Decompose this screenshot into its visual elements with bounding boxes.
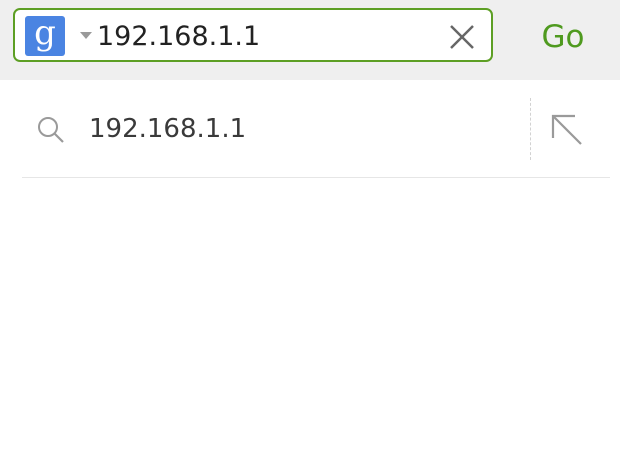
search-box[interactable]: g [13, 8, 493, 62]
suggestion-text: 192.168.1.1 [89, 114, 247, 144]
close-icon[interactable] [443, 18, 481, 56]
suggestion-item[interactable]: 192.168.1.1 [22, 82, 610, 178]
search-icon [36, 115, 66, 145]
google-logo-icon[interactable]: g [25, 16, 65, 56]
engine-logo-letter: g [34, 13, 56, 53]
caret-down-icon[interactable] [80, 32, 92, 39]
address-toolbar: g Go [0, 0, 620, 80]
search-input[interactable] [97, 16, 427, 56]
go-button[interactable]: Go [526, 12, 600, 62]
divider [530, 98, 531, 160]
arrow-up-left-icon[interactable] [547, 110, 587, 150]
